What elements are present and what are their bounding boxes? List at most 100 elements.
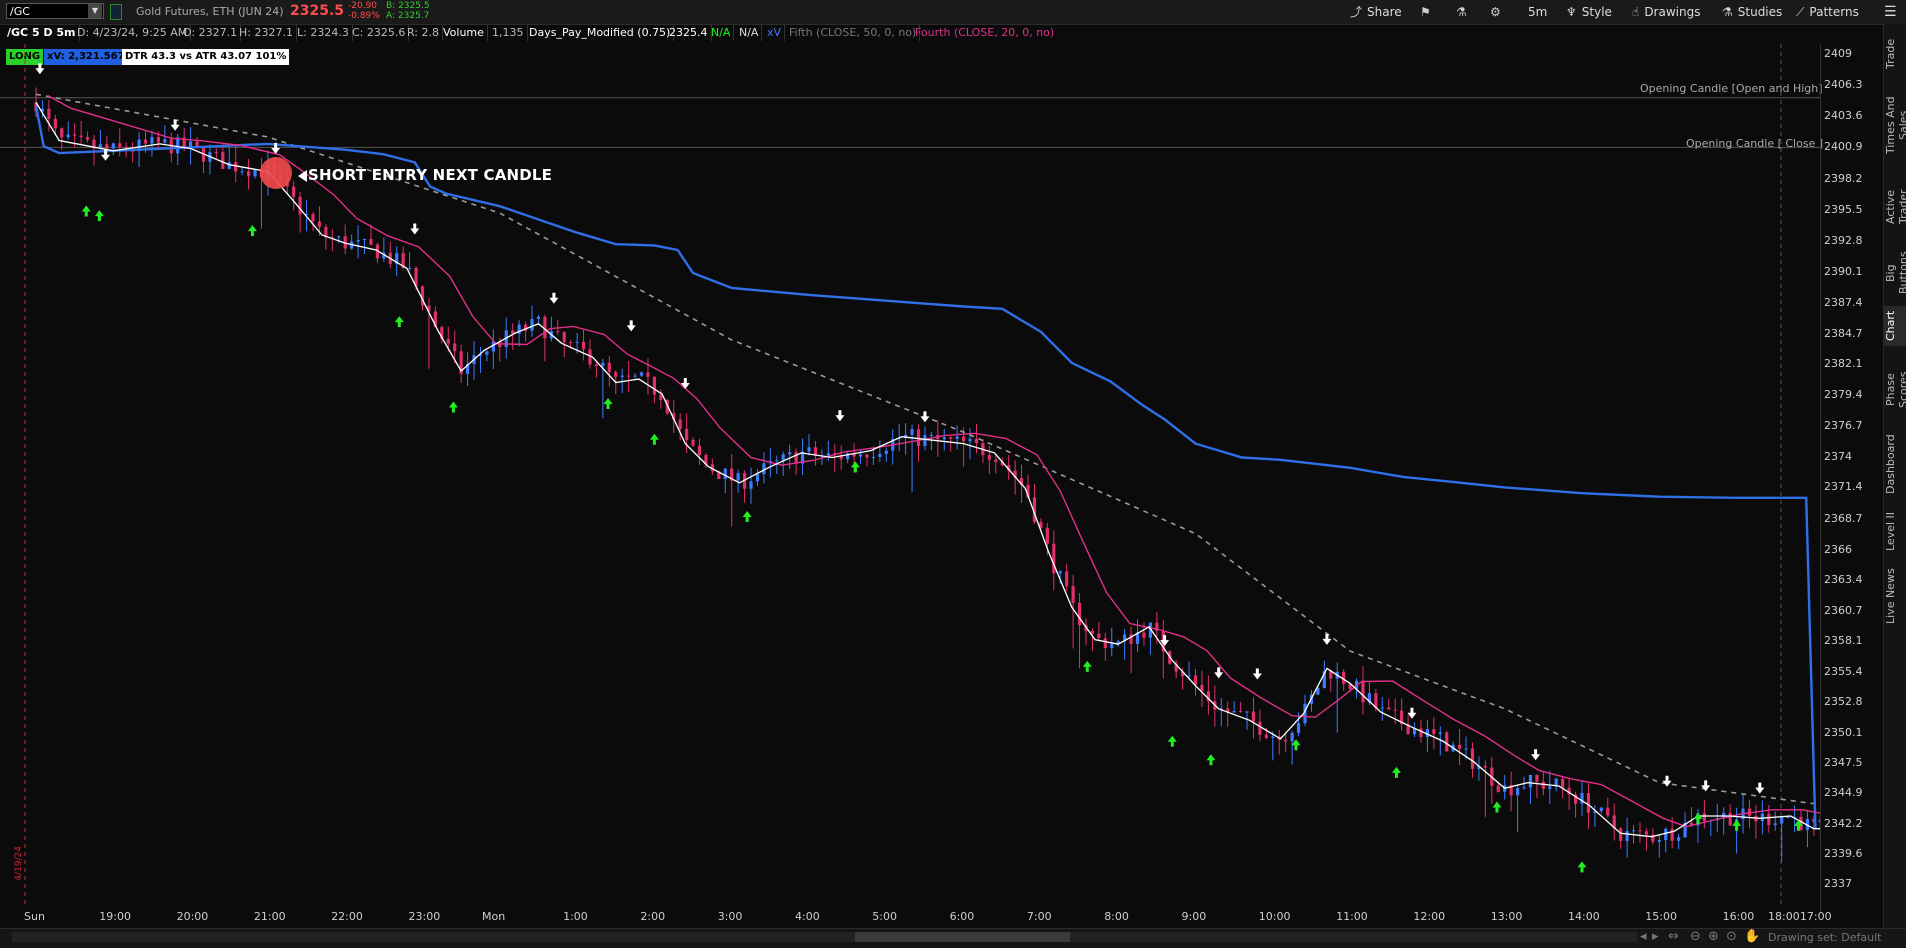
expand-icon[interactable]: ⇔: [1668, 929, 1679, 944]
volume-value: 1,135: [489, 25, 528, 41]
time-tick-label: 15:00: [1645, 910, 1677, 923]
side-tab-live-news[interactable]: Live News: [1884, 564, 1906, 628]
side-tab-times-and-sales[interactable]: Times And Sales: [1884, 80, 1906, 170]
side-tab-dashboard[interactable]: Dashboard: [1884, 430, 1906, 498]
candle-body: [1432, 729, 1436, 734]
time-tick-label: 8:00: [1104, 910, 1129, 923]
study-fifth[interactable]: Fifth (CLOSE, 50, 0, no): [786, 25, 921, 41]
zoom-in-icon[interactable]: ⊕: [1708, 929, 1719, 944]
candle-body: [678, 419, 682, 429]
sell-signal-arrow: [1701, 780, 1711, 792]
side-tab-big-buttons[interactable]: Big Buttons: [1884, 244, 1906, 302]
candle-body: [176, 137, 180, 154]
price-tick-label: 2363.4: [1824, 572, 1863, 586]
side-tab-phase-scores[interactable]: Phase Scores: [1884, 354, 1906, 426]
study-fourth[interactable]: Fourth (CLOSE, 20, 0, no): [912, 25, 1057, 41]
flask-icon: ⚗: [1456, 5, 1467, 19]
scroll-left-icon[interactable]: ◂: [1640, 929, 1647, 944]
buy-signal-arrow: [742, 510, 752, 522]
candle-body: [118, 143, 122, 147]
flag-button[interactable]: ⚑: [1420, 3, 1436, 21]
symbol-text: /GC: [10, 5, 30, 18]
drawing-set-label[interactable]: Drawing set: Default: [1768, 931, 1881, 944]
buy-signal-arrow: [1693, 812, 1703, 824]
instrument-description: Gold Futures, ETH (JUN 24): [136, 5, 284, 18]
side-tab-active-trader[interactable]: Active Trader: [1884, 174, 1906, 240]
style-button[interactable]: ♆ Style: [1566, 3, 1612, 21]
pan-icon[interactable]: ✋: [1744, 929, 1760, 944]
drawings-button[interactable]: ☝ Drawings: [1632, 3, 1700, 21]
study-days-pay[interactable]: Days_Pay_Modified (0.75): [526, 25, 675, 41]
scrollbar-thumb[interactable]: [855, 932, 1070, 942]
candle-body: [362, 238, 367, 240]
time-tick-label: 7:00: [1026, 910, 1052, 923]
candle-body: [807, 447, 811, 452]
settings-button[interactable]: ⚙: [1490, 3, 1506, 21]
sell-signal-arrow: [1322, 633, 1332, 645]
candle-body: [1728, 812, 1732, 826]
candle-body: [871, 456, 876, 458]
candle-body: [1271, 736, 1275, 738]
candle-body: [1619, 828, 1623, 841]
buy-signal-arrow: [94, 210, 104, 222]
candle-body: [111, 143, 115, 149]
candle-body: [446, 338, 450, 344]
opening-candle-high-label: Opening Candle [Open and High]: [1640, 82, 1823, 95]
candle-body: [369, 238, 373, 245]
candle-body: [1264, 734, 1268, 738]
price-tick-label: 2350.1: [1824, 725, 1863, 739]
side-tab-level-ii[interactable]: Level II: [1884, 502, 1906, 560]
zoom-fit-icon[interactable]: ⊙: [1726, 929, 1737, 944]
candle-body: [1065, 571, 1069, 587]
candle-body: [73, 134, 77, 136]
price-change: -20.90 -0.89%: [348, 1, 380, 21]
bar-range: R: 2.8: [404, 25, 444, 41]
symbol-link-icon[interactable]: [110, 4, 122, 20]
time-tick-label: 19:00: [99, 910, 131, 923]
candle-body: [1657, 840, 1661, 842]
candle-body: [1058, 571, 1062, 574]
price-tick-label: 2400.9: [1824, 140, 1863, 154]
price-tick-label: 2355.4: [1824, 664, 1863, 678]
price-tick-label: 2342.2: [1824, 817, 1863, 831]
patterns-button[interactable]: ⟋ Patterns: [1796, 3, 1859, 21]
study-na-1: N/A: [708, 25, 735, 41]
side-tab-chart[interactable]: Chart: [1884, 306, 1906, 346]
price-tick-label: 2360.7: [1824, 603, 1863, 617]
sell-signal-arrow: [1407, 707, 1417, 719]
candle-body: [1606, 807, 1610, 816]
candle-body: [163, 139, 167, 143]
bar-date: D: 4/23/24, 9:25 AM: [74, 25, 192, 41]
candle-body: [530, 318, 534, 331]
period-button[interactable]: 5m: [1528, 3, 1547, 21]
top-toolbar: /GC ▼ Gold Futures, ETH (JUN 24) 2325.5 …: [0, 0, 1906, 25]
candle-body: [1644, 831, 1649, 835]
horizontal-scrollbar[interactable]: [12, 932, 1637, 942]
sell-signal-arrow: [549, 292, 559, 304]
menu-button[interactable]: ☰: [1884, 3, 1897, 21]
candle-body: [536, 316, 541, 319]
candle-body: [1625, 831, 1629, 841]
candle-body: [1664, 828, 1668, 841]
candle-body: [1535, 774, 1539, 782]
candle-body: [485, 351, 489, 355]
candle-body: [929, 434, 933, 436]
sell-signal-arrow: [1662, 775, 1672, 787]
candle-body: [453, 343, 457, 352]
symbol-dropdown-icon[interactable]: ▼: [88, 4, 102, 18]
buy-signal-arrow: [603, 397, 613, 409]
zoom-out-icon[interactable]: ⊖: [1690, 929, 1701, 944]
share-button[interactable]: ⤴ Share: [1350, 3, 1402, 21]
time-tick-label: Sun: [24, 910, 45, 923]
study-xv[interactable]: xV: [764, 25, 786, 41]
sell-signal-arrow: [1755, 782, 1765, 794]
fast-moving-average-line: [35, 102, 1820, 838]
scroll-right-icon[interactable]: ▸: [1652, 929, 1659, 944]
studies-button[interactable]: ⚗ Studies: [1722, 3, 1782, 21]
side-tab-trade[interactable]: Trade: [1884, 34, 1906, 74]
buy-signal-arrow: [649, 433, 659, 445]
last-price: 2325.5: [290, 3, 345, 19]
sell-signal-arrow: [1252, 668, 1262, 680]
time-tick-label: 13:00: [1490, 910, 1523, 923]
flask-button[interactable]: ⚗: [1456, 3, 1472, 21]
